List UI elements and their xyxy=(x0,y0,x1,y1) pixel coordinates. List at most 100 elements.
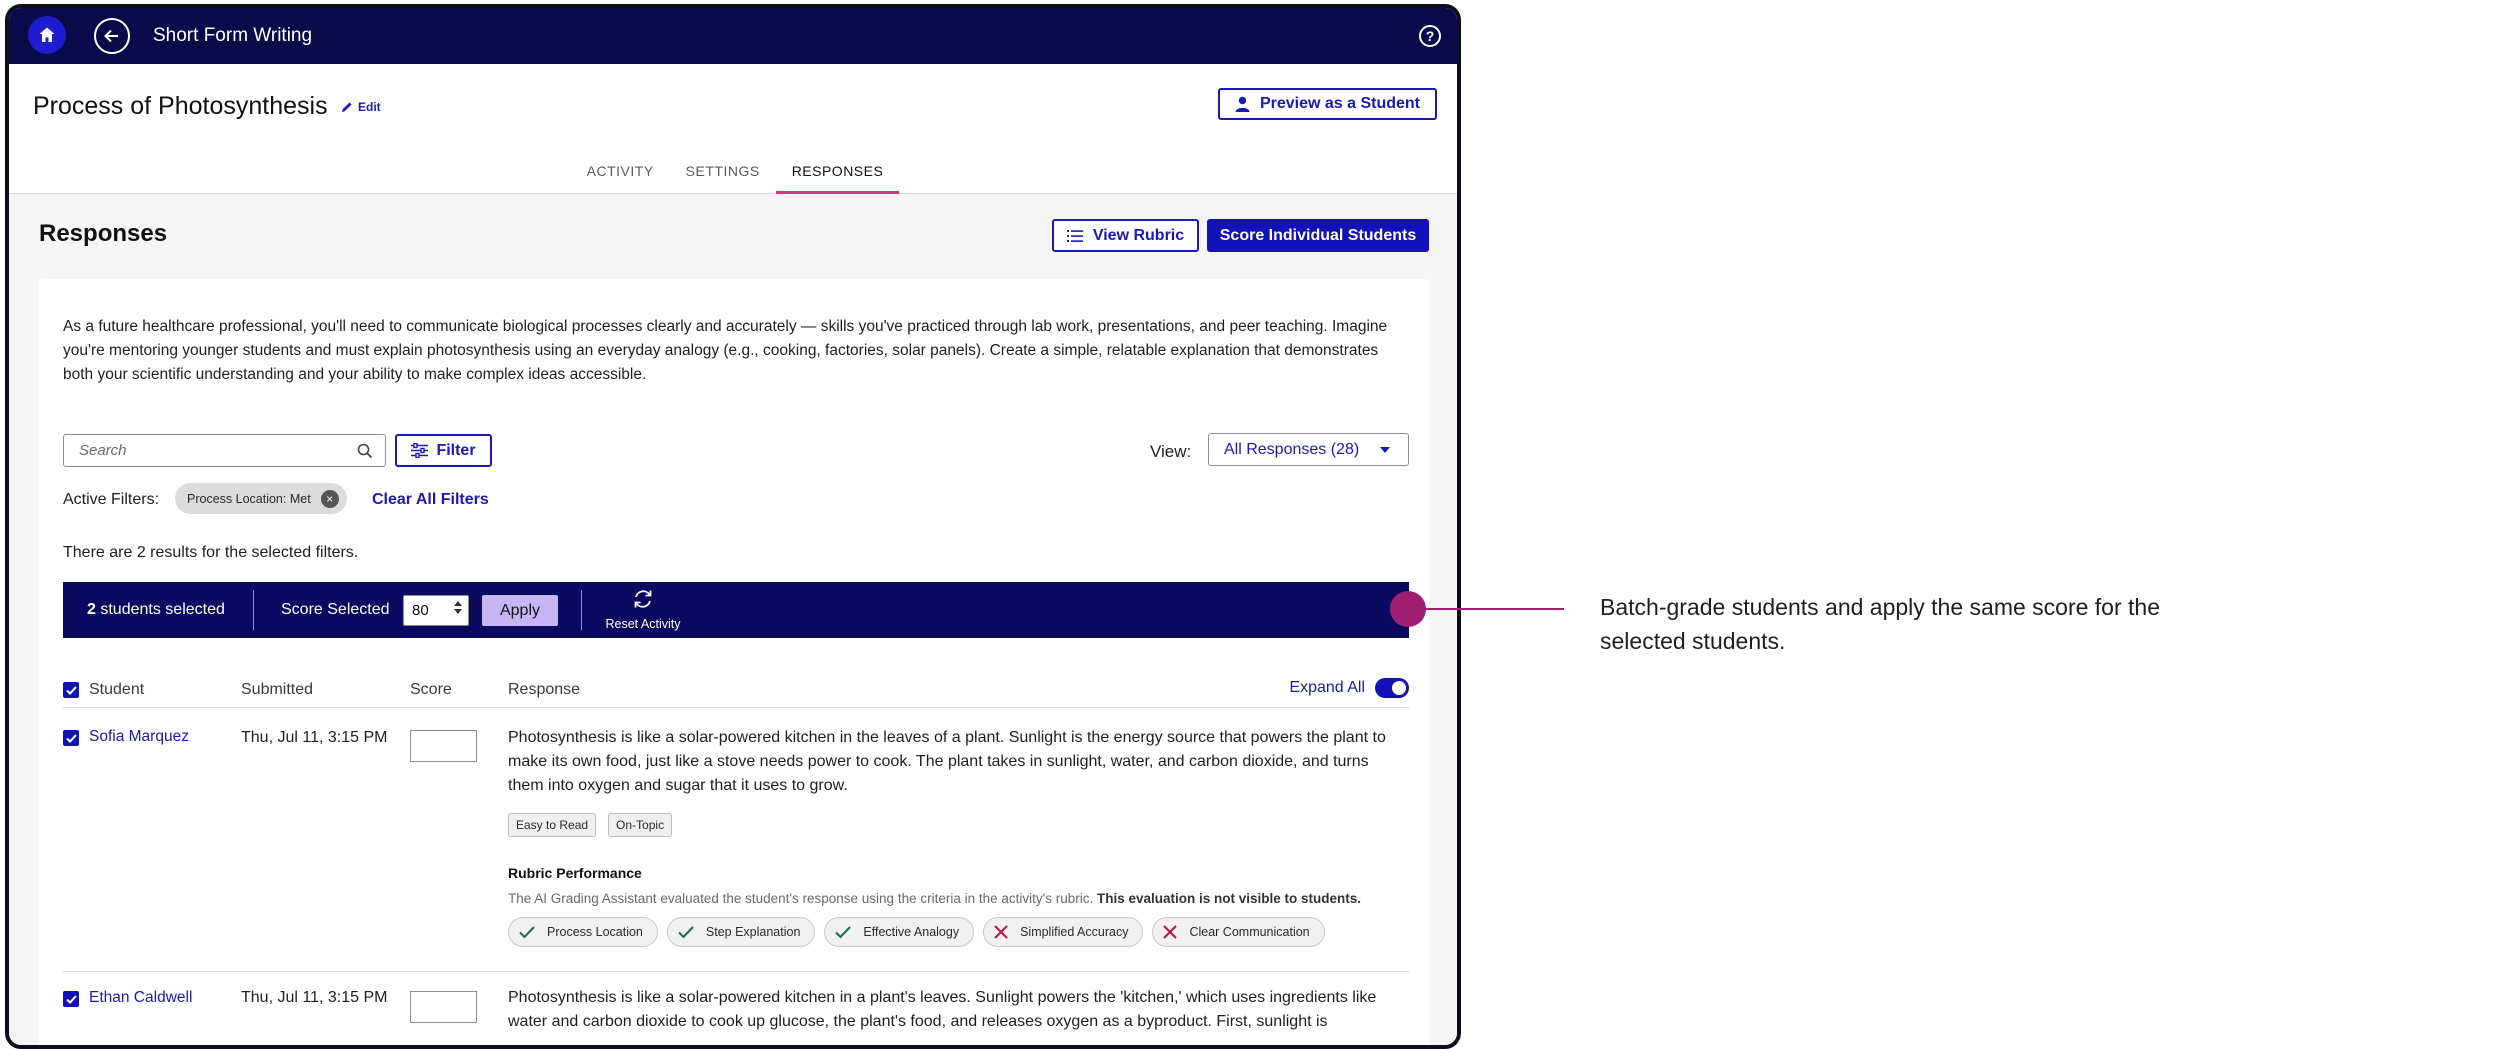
preview-label: Preview as a Student xyxy=(1259,95,1420,112)
tab-responses[interactable]: RESPONSES xyxy=(775,162,900,194)
x-icon xyxy=(1163,925,1178,939)
criterion-chip: Step Explanation xyxy=(666,917,816,947)
arrow-left-icon xyxy=(104,29,118,43)
score-individual-students-button[interactable]: Score Individual Students xyxy=(1207,219,1429,252)
table-row: Ethan Caldwell Thu, Jul 11, 3:15 PM Phot… xyxy=(63,973,1409,1045)
score-input[interactable] xyxy=(410,991,477,1023)
home-icon xyxy=(39,27,55,42)
score-selected-label: Score Selected xyxy=(281,601,390,618)
home-button[interactable] xyxy=(28,16,66,54)
score-selected-value: 80 xyxy=(412,602,429,619)
rubric-criteria: Process Location Step Explanation Effect… xyxy=(508,917,1325,947)
submitted-date: Thu, Jul 11, 3:15 PM xyxy=(241,989,388,1006)
rubric-note-bold: This evaluation is not visible to studen… xyxy=(1096,891,1362,906)
callout-dot xyxy=(1390,591,1426,627)
search-icon[interactable] xyxy=(357,443,373,459)
select-all-checkbox[interactable] xyxy=(63,682,79,698)
check-icon xyxy=(519,925,535,938)
rubric-performance-title: Rubric Performance xyxy=(508,865,642,881)
top-nav-bar: Short Form Writing ? xyxy=(9,8,1457,64)
rubric-note-text: The AI Grading Assistant evaluated the s… xyxy=(508,891,1094,906)
help-icon[interactable]: ? xyxy=(1419,25,1441,47)
responses-card: As a future healthcare professional, you… xyxy=(39,279,1429,1045)
view-rubric-label: View Rubric xyxy=(1092,226,1185,244)
check-icon xyxy=(835,925,852,938)
caret-down-icon xyxy=(1380,447,1390,453)
back-button[interactable] xyxy=(94,18,130,54)
criterion-chip: Simplified Accuracy xyxy=(983,917,1144,947)
criterion-label: Effective Analogy xyxy=(863,925,960,939)
activity-header: Process of Photosynthesis Edit Preview a… xyxy=(9,64,1457,194)
check-icon xyxy=(65,733,77,743)
responses-content: Responses View Rubric Score Individual S… xyxy=(9,194,1457,1045)
view-rubric-button[interactable]: View Rubric xyxy=(1052,219,1199,252)
student-name-link[interactable]: Sofia Marquez xyxy=(89,728,189,746)
active-filter-chip-label: Process Location: Met xyxy=(187,491,311,506)
filter-button[interactable]: Filter xyxy=(395,434,492,467)
response-text: Photosynthesis is like a solar-powered k… xyxy=(508,729,1386,794)
table-header: Student Submitted Score Response Expand … xyxy=(63,672,1409,708)
filter-label: Filter xyxy=(436,441,476,459)
criterion-label: Simplified Accuracy xyxy=(1020,925,1129,939)
response-text: Photosynthesis is like a solar-powered k… xyxy=(508,989,1377,1030)
divider xyxy=(253,590,254,630)
search-box xyxy=(63,434,386,467)
tag: Easy to Read xyxy=(508,813,597,837)
criterion-chip: Effective Analogy xyxy=(824,917,975,947)
column-header-student[interactable]: Student xyxy=(89,681,144,699)
criterion-label: Clear Communication xyxy=(1189,925,1310,939)
submitted-date: Thu, Jul 11, 3:15 PM xyxy=(241,729,388,746)
refresh-icon xyxy=(634,590,652,608)
app-window: Short Form Writing ? Process of Photosyn… xyxy=(5,4,1461,1049)
stepper-icon[interactable] xyxy=(454,601,462,614)
reset-activity-button[interactable]: Reset Activity xyxy=(593,588,693,631)
callout-line xyxy=(1424,608,1564,610)
view-select-value: All Responses (28) xyxy=(1224,440,1360,458)
view-label: View: xyxy=(1150,442,1192,461)
app-title: Short Form Writing xyxy=(153,25,313,46)
selected-count-text: 2 students selected xyxy=(87,601,225,619)
check-icon xyxy=(65,994,77,1004)
preview-as-student-button[interactable]: Preview as a Student xyxy=(1217,88,1437,120)
page-title: Process of Photosynthesis xyxy=(33,92,328,120)
column-header-score[interactable]: Score xyxy=(410,681,452,699)
expand-all-toggle[interactable] xyxy=(1375,678,1409,698)
expand-all-control[interactable]: Expand All xyxy=(1289,678,1409,698)
row-checkbox[interactable] xyxy=(63,730,79,746)
tab-bar: ACTIVITY SETTINGS RESPONSES xyxy=(9,162,1457,194)
active-filters-label: Active Filters: xyxy=(63,491,160,508)
criterion-chip: Process Location xyxy=(508,917,658,947)
selected-count: 2 xyxy=(87,601,96,618)
results-count-text: There are 2 results for the selected fil… xyxy=(63,544,359,561)
apply-button[interactable]: Apply xyxy=(482,595,558,626)
pencil-icon xyxy=(342,102,352,112)
row-checkbox[interactable] xyxy=(63,991,79,1007)
expand-all-label: Expand All xyxy=(1289,679,1365,696)
activity-prompt: As a future healthcare professional, you… xyxy=(63,318,1388,383)
column-header-response[interactable]: Response xyxy=(508,681,580,699)
batch-grading-bar: 2 students selected Score Selected 80 Ap… xyxy=(63,582,1409,638)
view-select[interactable]: All Responses (28) xyxy=(1208,433,1409,466)
selected-count-suffix: students selected xyxy=(100,601,225,618)
divider xyxy=(581,590,582,630)
clear-all-filters-link[interactable]: Clear All Filters xyxy=(372,491,489,509)
tab-settings[interactable]: SETTINGS xyxy=(670,162,776,194)
criterion-label: Process Location xyxy=(547,925,643,939)
tag: On-Topic xyxy=(608,813,673,837)
search-input[interactable] xyxy=(64,435,344,466)
remove-filter-icon[interactable]: × xyxy=(320,489,339,508)
criterion-label: Step Explanation xyxy=(705,925,801,939)
tab-activity[interactable]: ACTIVITY xyxy=(571,162,670,194)
active-filter-chip: Process Location: Met × xyxy=(175,483,347,514)
student-name-link[interactable]: Ethan Caldwell xyxy=(89,989,192,1007)
edit-label: Edit xyxy=(358,100,381,114)
check-icon xyxy=(65,685,77,695)
table-row: Sofia Marquez Thu, Jul 11, 3:15 PM Photo… xyxy=(63,710,1409,972)
score-selected-input[interactable]: 80 xyxy=(403,595,469,626)
responses-title: Responses xyxy=(39,220,168,247)
score-input[interactable] xyxy=(410,730,477,762)
reset-activity-label: Reset Activity xyxy=(605,617,681,631)
edit-link[interactable]: Edit xyxy=(341,100,381,114)
response-tags: Easy to Read On-Topic xyxy=(508,813,673,837)
column-header-submitted[interactable]: Submitted xyxy=(241,681,313,699)
